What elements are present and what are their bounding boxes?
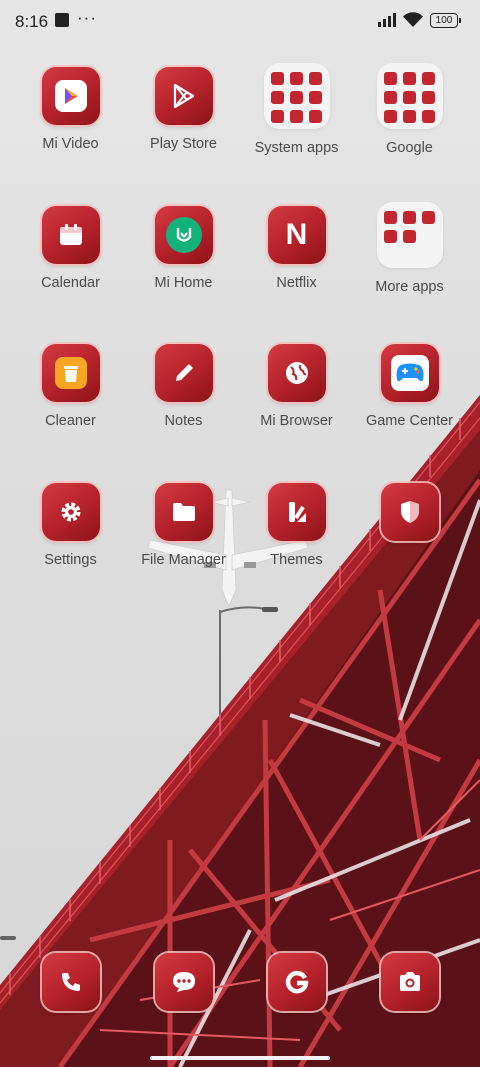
google-g-icon — [267, 953, 326, 1011]
netflix-letter: N — [285, 218, 308, 251]
phone-icon — [41, 953, 100, 1011]
gamepad-icon — [380, 344, 439, 402]
folder-google[interactable]: Google — [353, 63, 466, 156]
globe-icon — [267, 344, 326, 402]
signal-icon — [378, 13, 398, 27]
dock — [0, 953, 480, 1013]
battery-icon: 100 — [430, 13, 461, 28]
folder-file-icon — [154, 483, 213, 541]
app-mi-browser[interactable]: Mi Browser — [240, 344, 353, 429]
app-label: Settings — [44, 552, 97, 568]
dock-camera[interactable] — [353, 953, 466, 1011]
dock-phone[interactable] — [14, 953, 127, 1011]
app-label: Netflix — [276, 275, 317, 291]
mi-home-icon — [154, 206, 213, 264]
wifi-icon — [402, 12, 424, 33]
mi-video-icon — [41, 67, 100, 125]
folder-icon — [376, 63, 443, 129]
folder-icon — [376, 202, 443, 268]
dock-messages[interactable] — [127, 953, 240, 1011]
app-label: Mi Home — [154, 275, 213, 291]
app-cleaner[interactable]: Cleaner — [14, 344, 127, 429]
home-indicator[interactable] — [150, 1056, 330, 1060]
gear-icon — [41, 483, 100, 541]
app-security[interactable] — [353, 483, 466, 552]
pencil-icon — [154, 344, 213, 402]
app-notes[interactable]: Notes — [127, 344, 240, 429]
app-label: Google — [386, 140, 433, 156]
app-calendar[interactable]: Calendar — [14, 206, 127, 291]
calendar-icon — [41, 206, 100, 264]
app-label: Game Center — [365, 413, 454, 429]
app-label: Cleaner — [45, 413, 96, 429]
app-game-center[interactable]: Game Center — [353, 344, 466, 429]
app-themes[interactable]: Themes — [240, 483, 353, 568]
more-notifications-icon: ··· — [77, 8, 97, 27]
app-play-store[interactable]: Play Store — [127, 67, 240, 152]
play-store-icon — [154, 67, 213, 125]
shield-icon — [380, 483, 439, 541]
app-label: Calendar — [41, 275, 100, 291]
notification-square-icon — [55, 13, 69, 27]
app-label: System apps — [254, 140, 339, 156]
message-icon — [154, 953, 213, 1011]
app-label: Mi Video — [42, 136, 99, 152]
trash-icon — [41, 344, 100, 402]
folder-icon — [263, 63, 330, 129]
status-time: 8:16 — [15, 12, 49, 31]
netflix-icon: N — [267, 206, 326, 264]
app-label: More apps — [375, 279, 444, 295]
camera-icon — [380, 953, 439, 1011]
app-mi-home[interactable]: Mi Home — [127, 206, 240, 291]
app-label: Notes — [164, 413, 203, 429]
app-settings[interactable]: Settings — [14, 483, 127, 568]
app-label: Play Store — [150, 136, 217, 152]
app-file-manager[interactable]: File Manager — [127, 483, 240, 568]
app-netflix[interactable]: N Netflix — [240, 206, 353, 291]
app-mi-video[interactable]: Mi Video — [14, 67, 127, 152]
folder-more-apps[interactable]: More apps — [353, 202, 466, 295]
folder-system-apps[interactable]: System apps — [240, 63, 353, 156]
status-bar: 8:16 ··· 100 — [0, 0, 480, 42]
themes-icon — [267, 483, 326, 541]
app-label: Themes — [270, 552, 323, 568]
app-label: File Manager — [141, 552, 226, 568]
app-label: Mi Browser — [260, 413, 333, 429]
dock-chrome[interactable] — [240, 953, 353, 1011]
